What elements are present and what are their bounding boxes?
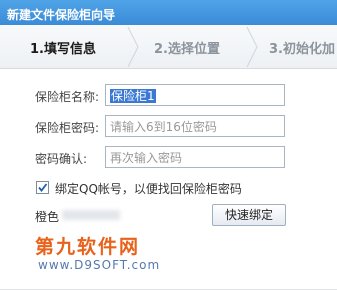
confirm-password-placeholder: 再次输入密码	[110, 151, 183, 165]
vault-name-input[interactable]: 保险柜1	[105, 84, 285, 106]
watermark-url: www.D9SOFT.com	[38, 258, 161, 272]
bind-qq-label[interactable]: 绑定QQ帐号，以便找回保险柜密码	[55, 180, 242, 197]
check-icon	[38, 183, 48, 192]
vault-password-label: 保险柜密码:	[35, 121, 100, 135]
step-fill-info: 1.填写信息	[30, 42, 96, 57]
step-select-location: 2.选择位置	[154, 42, 220, 57]
watermark-logo: 第九软件网	[35, 236, 141, 258]
step-arrow-icon	[126, 25, 140, 69]
qq-account-name: 橙色	[35, 210, 60, 224]
confirm-password-input[interactable]: 再次输入密码	[105, 146, 285, 168]
vault-password-input[interactable]: 请输入6到16位密码	[105, 115, 285, 137]
window-title: 新建文件保险柜向导	[0, 0, 337, 25]
step-arrow-icon	[245, 25, 259, 69]
bind-qq-checkbox[interactable]	[36, 181, 49, 194]
step-initialize: 3.初始化加	[269, 42, 335, 57]
quick-bind-button[interactable]: 快速绑定	[212, 204, 286, 226]
confirm-password-label: 密码确认:	[35, 152, 88, 166]
qq-account-number-blurred	[62, 210, 120, 220]
vault-password-placeholder: 请输入6到16位密码	[110, 120, 217, 134]
vault-name-label: 保险柜名称:	[35, 90, 100, 104]
vault-name-value: 保险柜1	[110, 89, 156, 103]
wizard-steps: 1.填写信息 2.选择位置 3.初始化加	[0, 25, 337, 69]
